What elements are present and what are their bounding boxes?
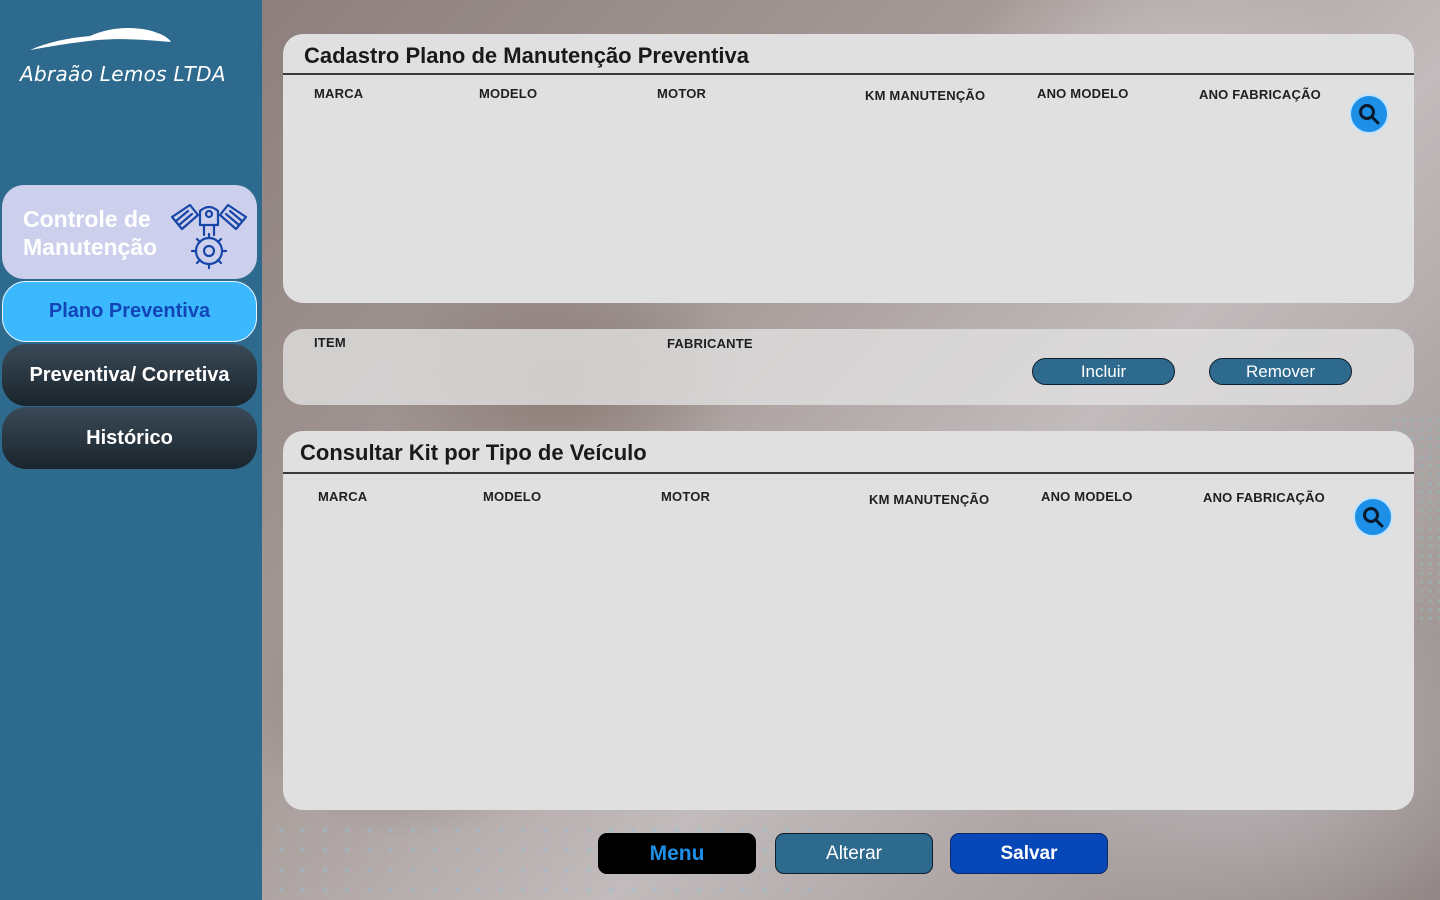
search-button[interactable] <box>1349 94 1389 134</box>
col-ano-modelo: ANO MODELO <box>1037 86 1129 101</box>
col-fabricante: FABRICANTE <box>667 336 753 351</box>
col-ano-fabricacao: ANO FABRICAÇÃO <box>1199 87 1321 102</box>
brand-name: Abraão Lemos LTDA <box>20 62 226 86</box>
consulta-panel: Consultar Kit por Tipo de Veículo MARCA … <box>283 431 1414 810</box>
cadastro-panel: Cadastro Plano de Manutenção Preventiva … <box>283 34 1414 303</box>
divider <box>283 472 1414 474</box>
incluir-button[interactable]: Incluir <box>1032 358 1175 385</box>
col-km-manutencao: KM MANUTENÇÃO <box>869 492 990 507</box>
sidebar: Abraão Lemos LTDA Controle de Manutenção… <box>0 0 262 900</box>
car-silhouette-icon <box>30 28 171 50</box>
cadastro-title: Cadastro Plano de Manutenção Preventiva <box>304 43 750 68</box>
itens-panel: ITEM FABRICANTE Incluir Remover <box>283 329 1414 405</box>
search-icon <box>1359 104 1380 125</box>
module-card-controle[interactable]: Controle de Manutenção <box>2 185 257 279</box>
nav-historico[interactable]: Histórico <box>2 407 257 469</box>
col-ano-modelo: ANO MODELO <box>1041 489 1133 504</box>
col-modelo: MODELO <box>483 489 542 504</box>
nav-preventiva-corretiva[interactable]: Preventiva/ Corretiva <box>2 344 257 406</box>
col-marca: MARCA <box>314 86 364 101</box>
search-icon <box>1363 507 1384 528</box>
remover-button[interactable]: Remover <box>1209 358 1352 385</box>
col-motor: MOTOR <box>661 489 711 504</box>
col-modelo: MODELO <box>479 86 538 101</box>
consulta-title: Consultar Kit por Tipo de Veículo <box>300 440 647 465</box>
salvar-button[interactable]: Salvar <box>950 833 1108 874</box>
col-marca: MARCA <box>318 489 368 504</box>
menu-button[interactable]: Menu <box>598 833 756 874</box>
col-item: ITEM <box>314 335 346 350</box>
col-km-manutencao: KM MANUTENÇÃO <box>865 88 986 103</box>
search-button[interactable] <box>1353 497 1393 537</box>
engine-gear-icon <box>170 203 248 270</box>
module-title: Controle de Manutenção <box>23 206 158 260</box>
logo: Abraão Lemos LTDA <box>0 24 262 94</box>
col-motor: MOTOR <box>657 86 707 101</box>
alterar-button[interactable]: Alterar <box>775 833 933 874</box>
nav-plano-preventiva[interactable]: Plano Preventiva <box>2 281 257 342</box>
divider <box>283 73 1414 75</box>
col-ano-fabricacao: ANO FABRICAÇÃO <box>1203 490 1325 505</box>
